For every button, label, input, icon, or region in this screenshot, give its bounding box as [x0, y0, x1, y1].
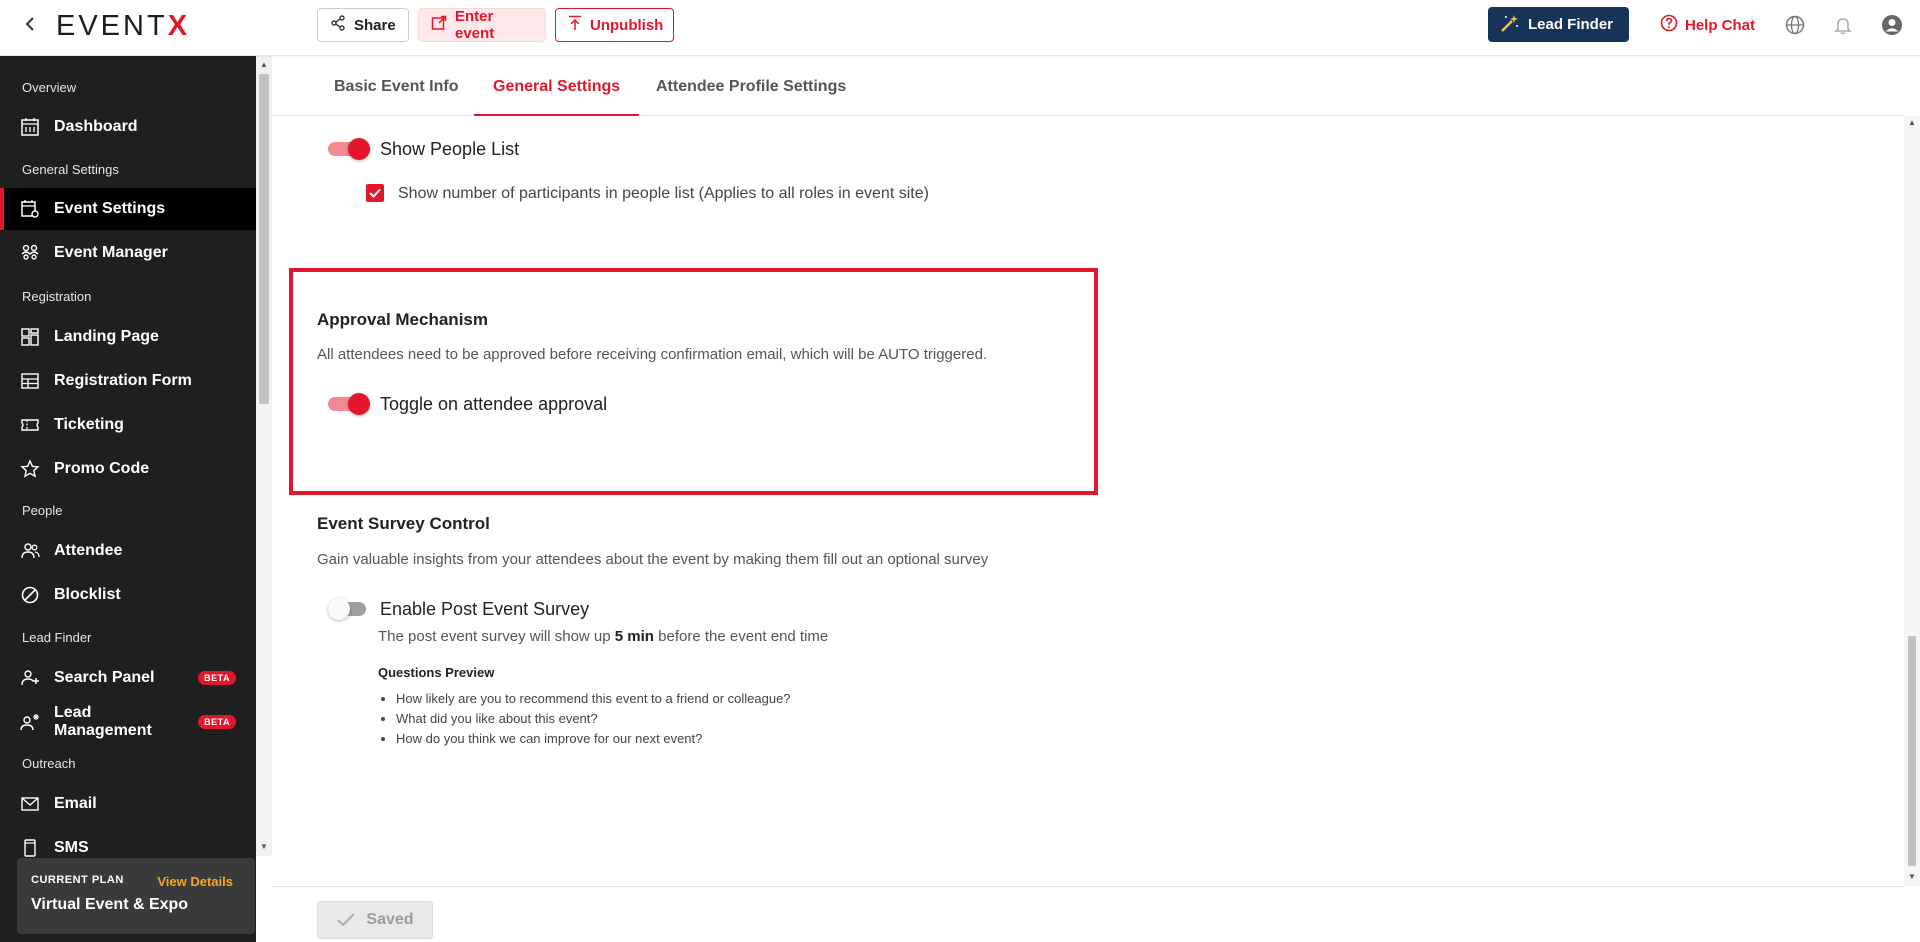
external-link-icon [431, 15, 447, 35]
user-plus-icon [20, 668, 40, 688]
sidebar-section-outreach: Outreach [22, 756, 76, 771]
star-icon [20, 459, 40, 479]
participants-count-label: Show number of participants in people li… [398, 185, 929, 202]
check-icon [337, 913, 356, 927]
eventx-logo[interactable]: EVENTX [56, 10, 190, 42]
sidebar-scrollbar[interactable]: ▲ ▼ [256, 56, 272, 856]
sidebar-section-general-settings: General Settings [22, 162, 119, 177]
sidebar-item-blocklist[interactable]: Blocklist [0, 574, 256, 616]
beta-badge: BETA [198, 671, 236, 685]
sidebar-item-event-settings[interactable]: Event Settings [0, 188, 256, 230]
check-icon [369, 188, 381, 198]
questions-preview-title: Questions Preview [378, 665, 495, 680]
user-sparkle-icon [20, 712, 40, 732]
user-account-icon[interactable] [1881, 14, 1903, 36]
tab-basic-event-info[interactable]: Basic Event Info [334, 78, 458, 116]
sidebar-section-overview: Overview [22, 80, 77, 95]
mail-icon [20, 794, 40, 814]
table-form-icon [20, 371, 40, 391]
sidebar-scroll-thumb[interactable] [259, 74, 269, 404]
tab-attendee-profile-settings[interactable]: Attendee Profile Settings [656, 78, 846, 116]
ticket-icon [20, 415, 40, 435]
calendar-settings-icon [20, 199, 40, 219]
help-circle-icon [1660, 14, 1678, 36]
lead-finder-button[interactable]: Lead Finder [1488, 7, 1629, 42]
top-bar: EVENTX Share Enter event Unpublish Lead … [0, 0, 1920, 56]
calendar-grid-icon [20, 117, 40, 137]
share-icon [330, 15, 346, 35]
approval-title: Approval Mechanism [317, 310, 488, 329]
sidebar-item-lead-management[interactable]: Lead Management BETA [0, 701, 256, 743]
unpublish-button[interactable]: Unpublish [555, 8, 674, 42]
list-item: What did you like about this event? [396, 709, 791, 729]
sidebar-item-landing-page[interactable]: Landing Page [0, 316, 256, 358]
sidebar-item-promo-code[interactable]: Promo Code [0, 448, 256, 490]
show-people-list-toggle[interactable] [328, 137, 370, 161]
approval-highlight-box [289, 268, 1098, 495]
phone-icon [20, 838, 40, 858]
sidebar-section-people: People [22, 503, 63, 518]
scroll-up-arrow-icon[interactable]: ▲ [260, 60, 268, 69]
survey-title: Event Survey Control [317, 514, 490, 533]
enter-event-button[interactable]: Enter event [418, 8, 546, 42]
attendee-approval-toggle[interactable] [328, 392, 370, 416]
sidebar-item-dashboard[interactable]: Dashboard [0, 106, 256, 148]
approval-description: All attendees need to be approved before… [317, 346, 988, 363]
content-scroll-thumb[interactable] [1908, 636, 1916, 866]
post-event-survey-label: Enable Post Event Survey [380, 599, 590, 619]
people-group-icon [20, 243, 40, 263]
share-button[interactable]: Share [317, 8, 409, 42]
upload-icon [568, 15, 582, 35]
scroll-down-arrow-icon[interactable]: ▼ [1908, 872, 1916, 881]
help-chat-link[interactable]: Help Chat [1660, 14, 1755, 36]
block-icon [20, 585, 40, 605]
beta-badge: BETA [198, 715, 236, 729]
layout-blocks-icon [20, 327, 40, 347]
post-event-survey-toggle[interactable] [328, 597, 370, 621]
sidebar-item-email[interactable]: Email [0, 783, 256, 825]
sidebar-section-lead-finder: Lead Finder [22, 630, 92, 645]
scroll-down-arrow-icon[interactable]: ▼ [260, 842, 268, 851]
users-icon [20, 541, 40, 561]
sidebar: Overview Dashboard General Settings Even… [0, 56, 256, 942]
settings-tabs: Basic Event Info General Settings Attend… [272, 56, 1904, 116]
sidebar-item-attendee[interactable]: Attendee [0, 530, 256, 572]
magic-wand-icon [1500, 13, 1520, 37]
content-scrollbar[interactable]: ▲ ▼ [1904, 116, 1920, 886]
survey-timing-note: The post event survey will show up 5 min… [378, 628, 829, 645]
globe-icon[interactable] [1784, 14, 1806, 36]
attendee-approval-label: Toggle on attendee approval [380, 394, 608, 414]
back-chevron-icon[interactable] [20, 14, 40, 36]
scroll-up-arrow-icon[interactable]: ▲ [1908, 118, 1916, 127]
view-details-link[interactable]: View Details [157, 874, 233, 889]
saved-button[interactable]: Saved [317, 901, 433, 939]
list-item: How do you think we can improve for our … [396, 729, 791, 749]
sidebar-item-search-panel[interactable]: Search Panel BETA [0, 657, 256, 699]
sidebar-item-event-manager[interactable]: Event Manager [0, 232, 256, 274]
current-plan-card: CURRENT PLAN View Details Virtual Event … [17, 858, 255, 934]
plan-name: Virtual Event & Expo [31, 896, 189, 913]
footer-bar: Saved [272, 886, 1904, 942]
questions-preview-list: How likely are you to recommend this eve… [378, 689, 791, 749]
show-people-list-label: Show People List [380, 139, 520, 159]
bell-icon[interactable] [1832, 14, 1854, 36]
tab-general-settings[interactable]: General Settings [474, 78, 640, 116]
sidebar-section-registration: Registration [22, 289, 92, 304]
sidebar-item-registration-form[interactable]: Registration Form [0, 360, 256, 402]
survey-description: Gain valuable insights from your attende… [317, 551, 989, 568]
participants-count-checkbox[interactable] [366, 184, 384, 202]
sidebar-item-ticketing[interactable]: Ticketing [0, 404, 256, 446]
list-item: How likely are you to recommend this eve… [396, 689, 791, 709]
